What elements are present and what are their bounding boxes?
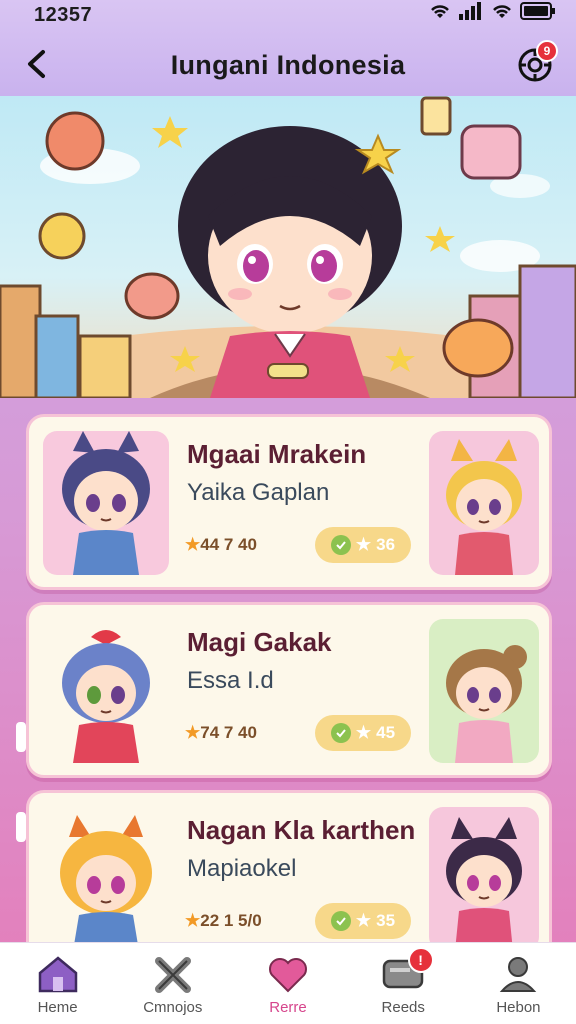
character-card[interactable]: Nagan Kla karthen Mapiaokel ★22 1 5/0 ★ … [26, 790, 552, 966]
like-pill-button[interactable]: ★ 36 [315, 527, 411, 563]
thumb-icon [330, 911, 351, 931]
wifi-icon [431, 5, 449, 18]
star-icon: ★ [185, 911, 201, 930]
nav-item-favorites[interactable]: Rerre [230, 943, 345, 1024]
thumb-icon [330, 535, 351, 555]
profile-icon [500, 957, 537, 992]
character-avatar-illustration [446, 439, 522, 575]
card-title: Mgaai Mrakein [187, 439, 367, 469]
star-icon: ★ [355, 723, 372, 742]
character-avatar-illustration [60, 815, 152, 951]
star-icon: ★ [185, 535, 201, 554]
nav-label: Reeds [381, 999, 425, 1016]
heart-icon [269, 958, 307, 993]
pill-value: 36 [376, 535, 396, 554]
nav-item-profile[interactable]: Hebon [461, 943, 576, 1024]
card-avatar-right [429, 619, 539, 763]
nav-label: Heme [37, 999, 78, 1016]
thumb-icon [330, 723, 351, 743]
card-avatar-right [429, 431, 539, 575]
scroll-handle[interactable] [16, 812, 26, 842]
character-avatar-illustration [446, 817, 522, 951]
like-pill-button[interactable]: ★ 35 [315, 903, 411, 939]
nav-badge: ! [407, 947, 434, 973]
hero-banner [0, 96, 576, 398]
card-title: Nagan Kla karthen [187, 815, 416, 845]
character-avatar-illustration [62, 630, 150, 763]
like-pill-button[interactable]: ★ 45 [315, 715, 411, 751]
nav-item-messages[interactable]: ! Reeds [346, 943, 461, 1024]
nav-item-home[interactable]: Heme [0, 943, 115, 1024]
status-time: 12357 [34, 4, 93, 26]
notification-badge: 9 [536, 40, 558, 62]
nav-label: Rerre [269, 999, 307, 1016]
card-stats: ★74 7 40 [185, 723, 257, 742]
hero-illustration [0, 96, 576, 398]
card-title: Magi Gakak [187, 627, 332, 657]
bottom-nav: Heme Cmnojos Rerre ! Reeds Hebon [0, 942, 576, 1024]
card-stats: ★44 7 40 [185, 535, 257, 554]
card-subtitle: Mapiaokel [187, 855, 297, 882]
character-avatar-illustration [62, 431, 150, 575]
top-bar: 12357 Iungani Indonesia 9 [0, 0, 576, 96]
tools-icon [154, 957, 191, 993]
settings-button[interactable]: 9 [516, 40, 558, 84]
scroll-handle[interactable] [16, 722, 26, 752]
card-subtitle: Essa I.d [187, 667, 274, 694]
pill-value: 35 [376, 911, 396, 930]
character-avatar-illustration [446, 645, 527, 763]
nav-label: Cmnojos [143, 999, 203, 1016]
character-card[interactable]: Magi Gakak Essa I.d ★74 7 40 ★ 45 [26, 602, 552, 778]
star-icon: ★ [355, 911, 372, 930]
nav-label: Hebon [496, 999, 541, 1016]
card-avatar [43, 431, 169, 575]
star-icon: ★ [355, 535, 372, 554]
wifi-icon-2 [493, 5, 511, 18]
page-title: Iungani Indonesia [170, 50, 406, 80]
character-card[interactable]: Mgaai Mrakein Yaika Gaplan ★44 7 40 ★ 36 [26, 414, 552, 590]
card-stats: ★22 1 5/0 [185, 911, 262, 930]
card-avatar [43, 619, 169, 763]
card-avatar-right [429, 807, 539, 951]
nav-item-tools[interactable]: Cmnojos [115, 943, 230, 1024]
card-subtitle: Yaika Gaplan [187, 479, 330, 506]
battery-icon [520, 2, 555, 20]
home-icon [38, 956, 77, 993]
status-icons [428, 2, 556, 20]
pill-value: 45 [376, 723, 396, 742]
card-avatar [43, 807, 169, 951]
signal-icon [459, 2, 481, 20]
star-icon: ★ [185, 723, 201, 742]
